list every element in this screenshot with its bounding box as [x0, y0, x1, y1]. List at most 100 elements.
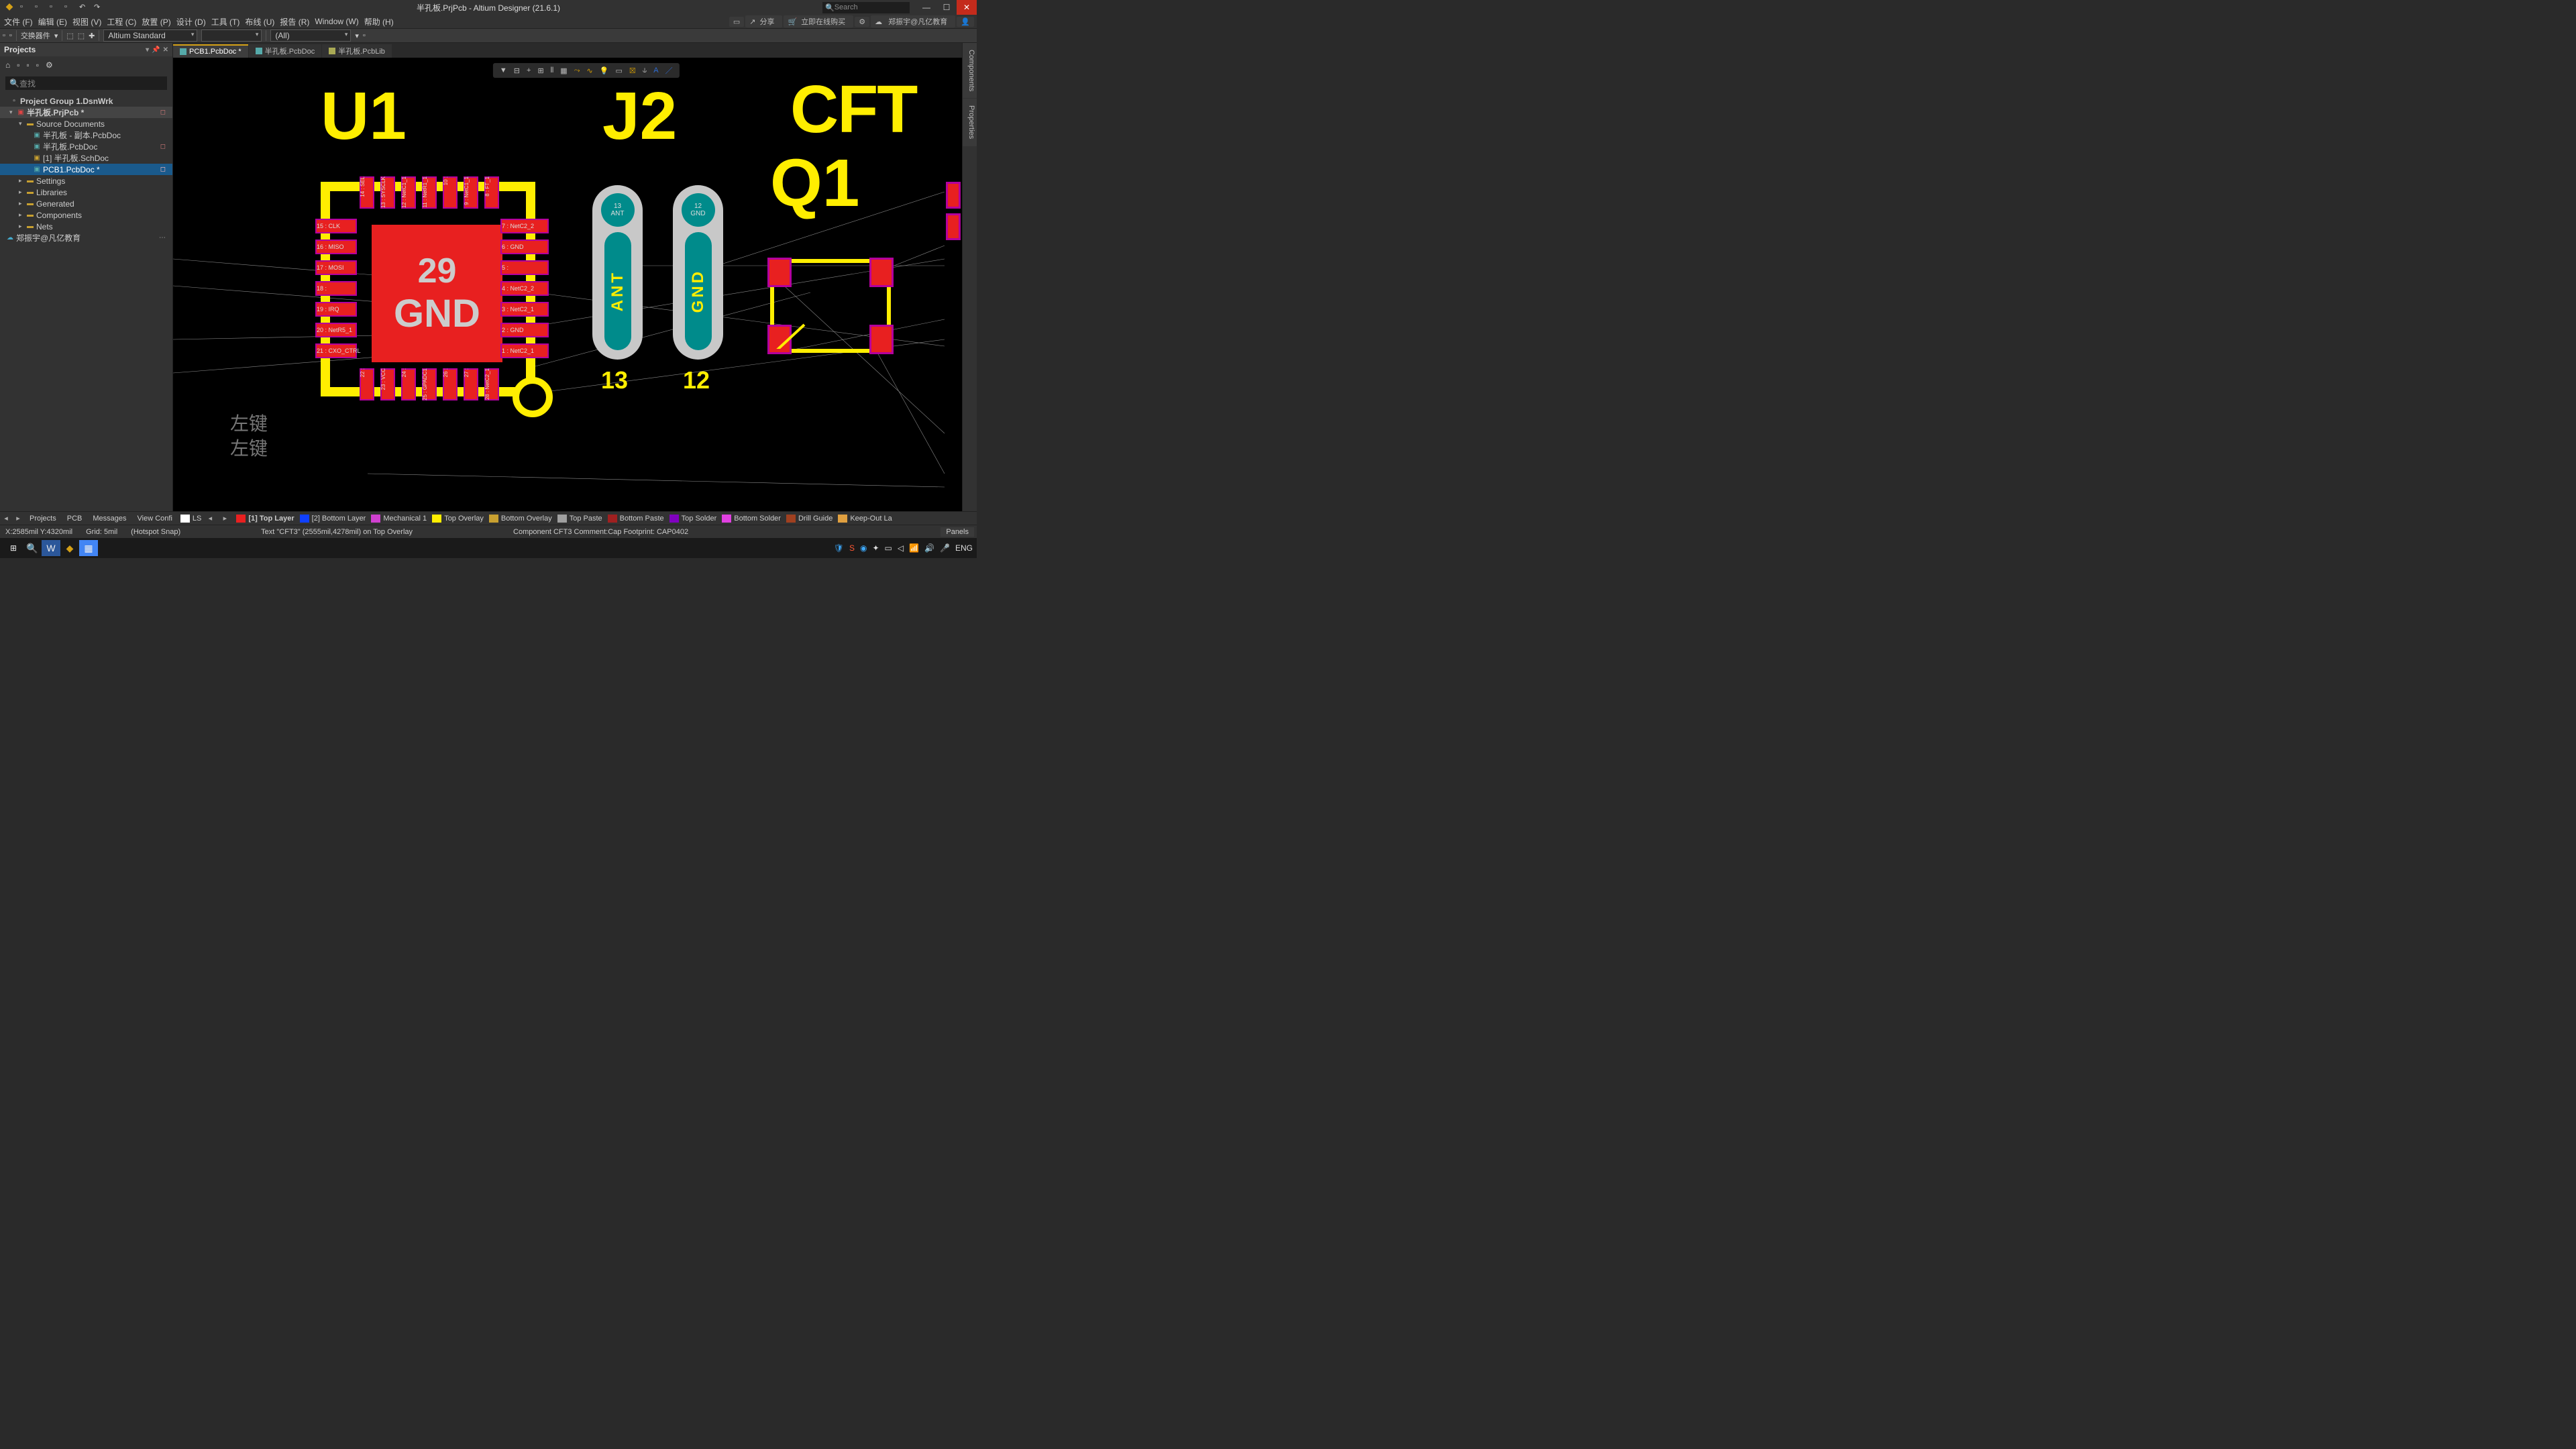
layer-tab[interactable]: Keep-Out La [835, 515, 894, 523]
properties-panel-tab[interactable]: Properties [963, 99, 977, 146]
u1-pad-left[interactable]: 21 : CXO_CTRL [315, 343, 357, 358]
u1-pad-right[interactable]: 6 : GND [500, 239, 549, 254]
close-button[interactable]: ✕ [957, 0, 977, 15]
cft-pad[interactable] [946, 213, 961, 240]
tab-pcblib[interactable]: 半孔板.PcbLib [322, 44, 392, 58]
open-icon[interactable]: ▫ [50, 3, 59, 12]
u1-pad-right[interactable]: 5 : [500, 260, 549, 275]
folder-icon[interactable]: ▫ [36, 60, 39, 70]
redo-icon[interactable]: ↷ [94, 3, 103, 12]
menu-report[interactable]: 报告 (R) [278, 16, 311, 28]
search-input[interactable]: 🔍 Search [822, 2, 910, 13]
u1-pad-top[interactable]: 14 : SEL [360, 176, 374, 209]
menu-window[interactable]: Window (W) [313, 17, 360, 26]
tray-sync-icon[interactable]: ◉ [860, 543, 867, 553]
layer-tab[interactable]: Top Solder [667, 515, 720, 523]
layer-tab[interactable]: Bottom Overlay [486, 515, 555, 523]
panel-close-icon[interactable]: ✕ [163, 46, 168, 54]
u1-pad-right[interactable]: 1 : NetC2_1 [500, 343, 549, 358]
clear-filter-icon[interactable]: ▾ [355, 32, 359, 40]
tree-doc-pcb-copy[interactable]: ▣半孔板 - 副本.PcbDoc [0, 129, 172, 141]
undo-icon[interactable]: ↶ [79, 3, 89, 12]
layer-tab[interactable]: Drill Guide [784, 515, 835, 523]
menu-view[interactable]: 视图 (V) [71, 16, 103, 28]
notification-icon[interactable]: ▭ [729, 17, 744, 27]
tree-generated[interactable]: ▸▬Generated [0, 198, 172, 209]
component-q1[interactable] [770, 259, 891, 353]
components-panel-tab[interactable]: Components [963, 43, 977, 98]
tree-source-docs[interactable]: ▾▬Source Documents [0, 118, 172, 129]
save-icon[interactable]: ▫ [17, 60, 19, 70]
btab-viewconfig[interactable]: View Confi [132, 515, 178, 523]
tray-puzzle-icon[interactable]: ✦ [872, 543, 879, 553]
u1-pad-bottom[interactable]: 22 : [360, 368, 374, 400]
chevron-down-icon[interactable]: ▾ [54, 32, 58, 40]
variant-combo[interactable] [201, 30, 262, 42]
save-icon[interactable]: ▫ [20, 3, 30, 12]
tree-components[interactable]: ▸▬Components [0, 209, 172, 221]
tray-battery-icon[interactable]: ▭ [885, 543, 892, 553]
panels-button[interactable]: Panels [941, 527, 974, 537]
u1-pad-left[interactable]: 18 : [315, 281, 357, 296]
projects-search-input[interactable]: 🔍 查找 [5, 76, 167, 90]
layer-set-label[interactable]: LS [193, 515, 201, 523]
search-icon[interactable]: 🔍 [23, 540, 42, 556]
u1-pad-left[interactable]: 19 : IRQ [315, 302, 357, 317]
home-icon[interactable]: ⌂ [5, 60, 10, 70]
filter-icon[interactable]: ⬚ [66, 32, 73, 40]
menu-project[interactable]: 工程 (C) [105, 16, 138, 28]
taskbar-altium-icon[interactable]: ◆ [60, 540, 79, 556]
menu-edit[interactable]: 编辑 (E) [37, 16, 68, 28]
user-account-button[interactable]: ☁ 郑振宇@凡亿教育 [871, 15, 955, 28]
j2-pad-12[interactable]: 12GND GND [673, 185, 723, 360]
taskbar-app-icon[interactable]: ▦ [79, 540, 98, 556]
layer-tab[interactable]: Bottom Solder [719, 515, 784, 523]
swap-button[interactable]: 交换器件 [21, 30, 50, 41]
print-icon[interactable]: ▫ [64, 3, 74, 12]
j2-pad-13[interactable]: 13ANT ANT [592, 185, 643, 360]
menu-design[interactable]: 设计 (D) [175, 16, 207, 28]
u1-pad-top[interactable]: 9 : NetC1_1 [464, 176, 478, 209]
u1-pad-top[interactable]: 8 : FT_1 [484, 176, 499, 209]
u1-pad-left[interactable]: 17 : MOSI [315, 260, 357, 275]
u1-pad-top[interactable]: 13 : SYSCLK [380, 176, 395, 209]
dropdown-icon[interactable]: ▾ [146, 46, 149, 54]
btab-projects[interactable]: Projects [24, 515, 62, 523]
save-all-icon[interactable]: ▫ [35, 3, 44, 12]
start-button[interactable]: ⊞ [4, 540, 23, 556]
tab-pcb-main[interactable]: 半孔板.PcbDoc [249, 44, 322, 58]
net-color-icon[interactable]: ▫ [363, 32, 366, 40]
settings-gear-icon[interactable]: ⚙ [855, 17, 869, 27]
filter-icon-2[interactable]: ⬚ [78, 32, 85, 40]
u1-pad-right[interactable]: 7 : NetC2_2 [500, 219, 549, 233]
layer-tab[interactable]: Bottom Paste [605, 515, 667, 523]
tray-sogou-icon[interactable]: S [849, 543, 855, 553]
layer-tab[interactable]: Mechanical 1 [368, 515, 429, 523]
u1-center-pad[interactable]: 29 GND [372, 225, 502, 362]
layer-nav-prev[interactable]: ◂ [204, 514, 216, 523]
taskbar-word-icon[interactable]: W [42, 540, 60, 556]
menu-tools[interactable]: 工具 (T) [210, 16, 241, 28]
tree-settings[interactable]: ▸▬Settings [0, 175, 172, 186]
u1-pad-left[interactable]: 20 : NetR5_1 [315, 323, 357, 337]
cft-pad[interactable] [946, 182, 961, 209]
u1-pad-bottom[interactable]: 28 : NetC2_1 [484, 368, 499, 400]
tray-mic-icon[interactable]: 🎤 [940, 543, 950, 553]
tree-nets[interactable]: ▸▬Nets [0, 221, 172, 232]
u1-pad-bottom[interactable]: 24 : [401, 368, 416, 400]
projects-panel-header[interactable]: Projects ▾📌✕ [0, 43, 172, 56]
u1-pad-right[interactable]: 2 : GND [500, 323, 549, 337]
tab-pcb1[interactable]: PCB1.PcbDoc * [173, 44, 248, 58]
u1-pad-bottom[interactable]: 26 : [443, 368, 458, 400]
minimize-button[interactable]: — [916, 0, 936, 15]
u1-pad-bottom[interactable]: 27 : [464, 368, 478, 400]
user-profile-icon[interactable]: 👤 [957, 17, 974, 27]
u1-pad-bottom[interactable]: 25 : GPADC1 [422, 368, 437, 400]
tray-lang[interactable]: ENG [955, 543, 973, 553]
tree-group[interactable]: ▫Project Group 1.DsnWrk [0, 95, 172, 107]
u1-pad-top[interactable]: 11 : NetR1_1 [422, 176, 437, 209]
u1-pad-right[interactable]: 4 : NetC2_2 [500, 281, 549, 296]
tree-doc-pcb[interactable]: ▣半孔板.PcbDoc◻ [0, 141, 172, 152]
layer-tab[interactable]: Top Paste [555, 515, 605, 523]
layer-tab[interactable]: Top Overlay [429, 515, 486, 523]
